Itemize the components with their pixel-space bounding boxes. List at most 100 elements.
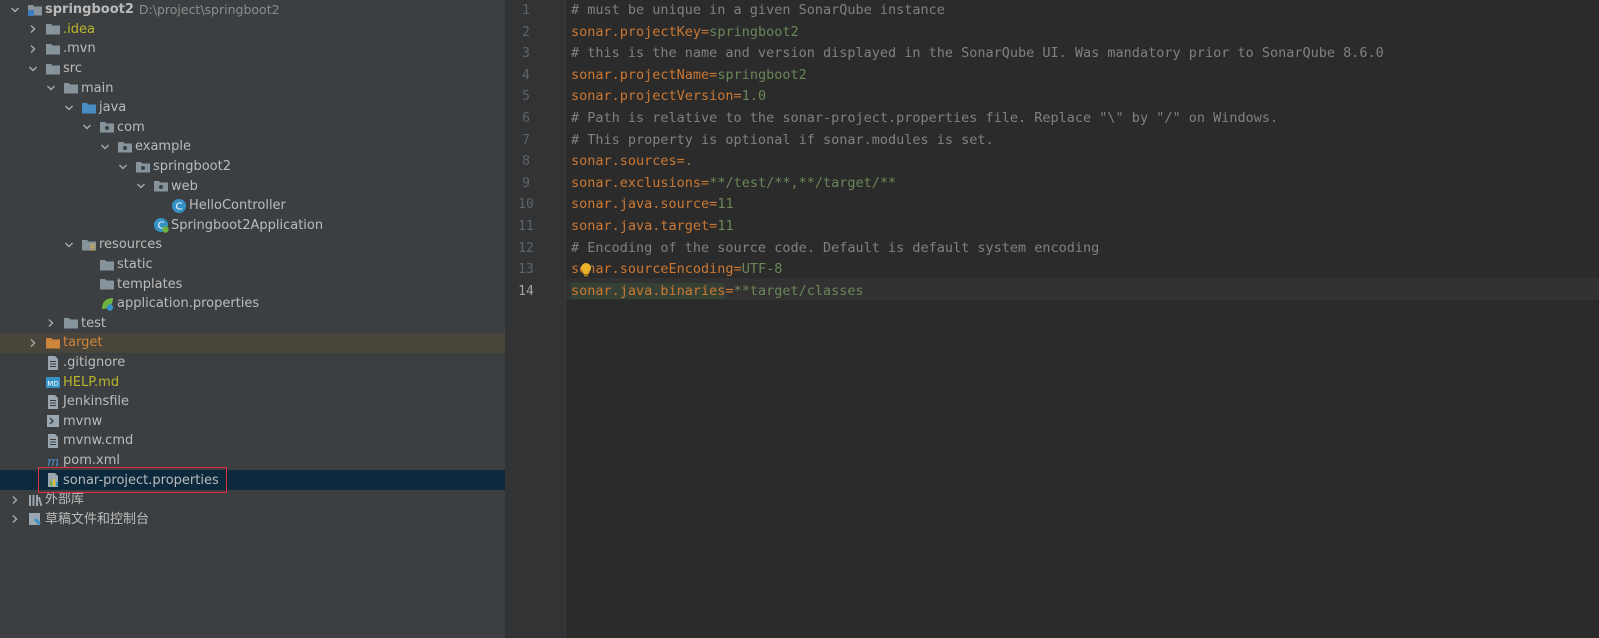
java-class-icon: C — [171, 198, 187, 214]
tree-node-label: springboot2 — [153, 159, 231, 175]
code-line[interactable]: sonar.projectVersion=1.0 — [571, 86, 766, 108]
folder-icon — [63, 315, 79, 331]
tree-node-external-libraries[interactable]: 外部库 — [0, 490, 505, 510]
project-tool-window: springboot2 D:\project\springboot2 .idea… — [0, 0, 505, 638]
chevron-right-icon[interactable] — [28, 44, 38, 54]
svg-text:MD: MD — [47, 380, 58, 388]
tree-node-static[interactable]: static — [0, 255, 505, 275]
package-icon — [153, 178, 169, 194]
tree-node-label: Jenkinsfile — [63, 394, 130, 410]
code-line[interactable]: sonar.exclusions=**/test/**,**/target/** — [571, 173, 896, 195]
code-line[interactable]: sonar.projectName=springboot2 — [571, 65, 807, 87]
property-value: 11 — [717, 218, 734, 234]
property-value: . — [684, 153, 693, 170]
comment-text: # Encoding of the source code. Default i… — [571, 239, 1100, 256]
property-value: springboot2 — [717, 66, 807, 83]
comment-text: # This property is optional if sonar.mod… — [571, 131, 994, 148]
property-key: sonar.projectVersion — [571, 88, 734, 105]
code-line[interactable]: sonar.java.source=11 — [571, 194, 734, 216]
property-key: sonar.exclusions — [571, 174, 702, 191]
tree-node-test[interactable]: test — [0, 314, 505, 334]
tree-node-resources[interactable]: resources — [0, 235, 505, 255]
chevron-down-icon[interactable] — [136, 181, 146, 191]
spring-properties-icon — [99, 296, 115, 312]
tree-node-jenkinsfile[interactable]: Jenkinsfile — [0, 392, 505, 412]
code-line[interactable]: sonar.projectKey=springboot2 — [571, 22, 799, 44]
chevron-down-icon[interactable] — [118, 162, 128, 172]
tree-node-sonar-project-properties[interactable]: sonar-project.properties — [0, 470, 505, 490]
tree-node-scratches-and-consoles[interactable]: 草稿文件和控制台 — [0, 510, 505, 530]
comment-text: # must be unique in a given SonarQube in… — [571, 2, 945, 18]
tree-node-label: target — [63, 335, 103, 351]
tree-node-label: src — [63, 61, 82, 77]
code-editor[interactable]: 1 2 3 4 5 6 7 8 9 10 11 12 13 14 # must … — [505, 0, 1599, 638]
tree-node-project-root[interactable]: springboot2 D:\project\springboot2 — [0, 0, 505, 20]
chevron-down-icon[interactable] — [100, 142, 110, 152]
tree-node-com[interactable]: com — [0, 118, 505, 138]
chevron-right-icon[interactable] — [46, 318, 56, 328]
property-key: sonar.java.target — [571, 218, 710, 234]
property-value: springboot2 — [709, 23, 799, 40]
tree-node-label: HelloController — [189, 198, 286, 214]
tree-node-springboot2-package[interactable]: springboot2 — [0, 157, 505, 177]
tree-node-label: test — [81, 315, 106, 331]
property-value: 1.0 — [741, 88, 767, 105]
lightbulb-icon[interactable] — [579, 262, 593, 278]
code-line-current[interactable]: sonar.java.binaries=**target/classes — [571, 281, 864, 303]
chevron-down-icon[interactable] — [64, 240, 74, 250]
package-icon — [135, 159, 151, 175]
chevron-down-icon[interactable] — [46, 83, 56, 93]
tree-node-pom-xml[interactable]: m pom.xml — [0, 451, 505, 471]
chevron-down-icon[interactable] — [64, 103, 74, 113]
line-number: 12 — [518, 240, 534, 256]
source-folder-icon — [81, 100, 97, 116]
tree-node-idea[interactable]: .idea — [0, 20, 505, 40]
tree-node-target[interactable]: target — [0, 333, 505, 353]
code-line[interactable]: sonar.sources=. — [571, 151, 693, 173]
code-line[interactable]: # This property is optional if sonar.mod… — [571, 130, 994, 152]
tree-node-application-properties[interactable]: application.properties — [0, 294, 505, 314]
code-line[interactable]: # must be unique in a given SonarQube in… — [571, 0, 945, 22]
tree-node-templates[interactable]: templates — [0, 274, 505, 294]
equals-sign: = — [733, 88, 742, 105]
chevron-right-icon[interactable] — [28, 24, 38, 34]
tree-node-label: pom.xml — [63, 453, 120, 469]
tree-node-mvnw[interactable]: mvnw — [0, 412, 505, 432]
package-icon — [99, 119, 115, 135]
equals-sign: = — [733, 261, 742, 278]
tree-node-label: Springboot2Application — [171, 217, 324, 233]
tree-node-label: .mvn — [63, 41, 96, 57]
chevron-right-icon[interactable] — [10, 514, 20, 524]
line-number: 6 — [522, 111, 530, 126]
tree-node-springboot2application[interactable]: C Springboot2Application — [0, 216, 505, 236]
tree-node-example[interactable]: example — [0, 137, 505, 157]
tree-node-mvn[interactable]: .mvn — [0, 39, 505, 59]
property-value: 11 — [717, 196, 734, 213]
text-file-icon — [45, 433, 61, 449]
tree-node-hellocontroller[interactable]: C HelloController — [0, 196, 505, 216]
chevron-down-icon[interactable] — [28, 64, 38, 74]
tree-node-label: 外部库 — [45, 492, 85, 508]
chevron-down-icon[interactable] — [82, 122, 92, 132]
svg-text:C: C — [176, 201, 183, 212]
line-number: 3 — [522, 46, 530, 62]
code-line[interactable]: # Encoding of the source code. Default i… — [571, 238, 1099, 260]
code-line[interactable]: sonar.java.target=11 — [571, 216, 734, 238]
line-number: 10 — [518, 197, 534, 213]
chevron-down-icon[interactable] — [10, 5, 20, 15]
chevron-right-icon[interactable] — [28, 338, 38, 348]
code-line[interactable]: # Path is relative to the sonar-project.… — [571, 108, 1278, 130]
tree-node-web[interactable]: web — [0, 176, 505, 196]
tree-node-help-md[interactable]: MD HELP.md — [0, 372, 505, 392]
code-line[interactable]: # this is the name and version displayed… — [571, 43, 1384, 65]
tree-node-src[interactable]: src — [0, 59, 505, 79]
tree-node-java[interactable]: java — [0, 98, 505, 118]
property-key: sonar.java.source — [571, 196, 710, 213]
equals-sign: = — [701, 174, 710, 191]
property-key: sonar.sources — [571, 153, 677, 170]
code-line[interactable]: sonar.sourceEncoding=UTF-8 — [571, 259, 782, 281]
tree-node-gitignore[interactable]: .gitignore — [0, 353, 505, 373]
tree-node-main[interactable]: main — [0, 78, 505, 98]
chevron-right-icon[interactable] — [10, 495, 20, 505]
tree-node-mvnw-cmd[interactable]: mvnw.cmd — [0, 431, 505, 451]
